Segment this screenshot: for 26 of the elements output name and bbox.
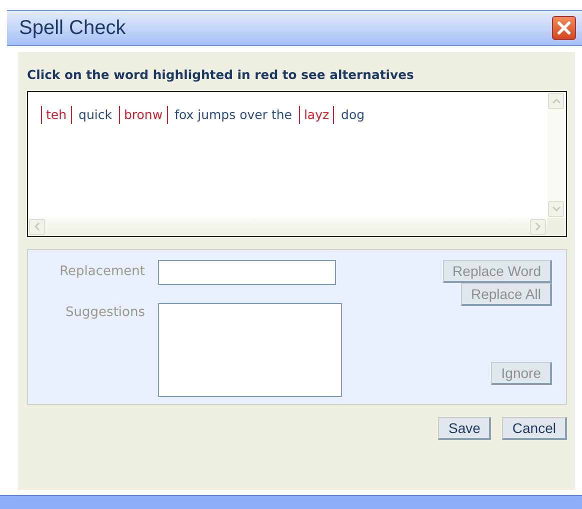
scroll-right-button[interactable] xyxy=(530,218,546,235)
window-title: Spell Check xyxy=(19,16,126,41)
dialog-button[interactable]: Save xyxy=(438,416,492,440)
misspelled-word[interactable]: bronw xyxy=(118,106,168,124)
word-text: fox jumps over the xyxy=(174,106,293,124)
text-area[interactable]: teh quick bronw fox jumps over the layz dog xyxy=(27,90,567,237)
word-text: dog xyxy=(340,106,366,124)
instruction-text: Click on the word highlighted in red to see alternatives xyxy=(27,66,415,84)
misspelled-word[interactable]: layz xyxy=(298,106,334,124)
close-button[interactable] xyxy=(552,16,576,40)
chevron-up-icon xyxy=(552,98,560,104)
suggestions-list[interactable] xyxy=(158,303,342,398)
chevron-left-icon xyxy=(34,222,40,231)
scrollbar-corner xyxy=(547,218,566,236)
chevron-right-icon xyxy=(535,222,541,231)
scroll-left-button[interactable] xyxy=(29,218,45,235)
suggestions-label: Suggestions xyxy=(64,304,146,322)
chevron-down-icon xyxy=(552,206,560,212)
scroll-down-button[interactable] xyxy=(548,200,564,217)
close-icon xyxy=(556,20,572,36)
scroll-up-button[interactable] xyxy=(548,92,564,109)
word-text: quick xyxy=(78,106,113,124)
replacement-label: Replacement xyxy=(58,262,146,281)
dialog-button[interactable]: Cancel xyxy=(502,416,567,440)
misspelled-word[interactable]: teh xyxy=(41,106,72,124)
replacement-field[interactable] xyxy=(158,260,336,285)
